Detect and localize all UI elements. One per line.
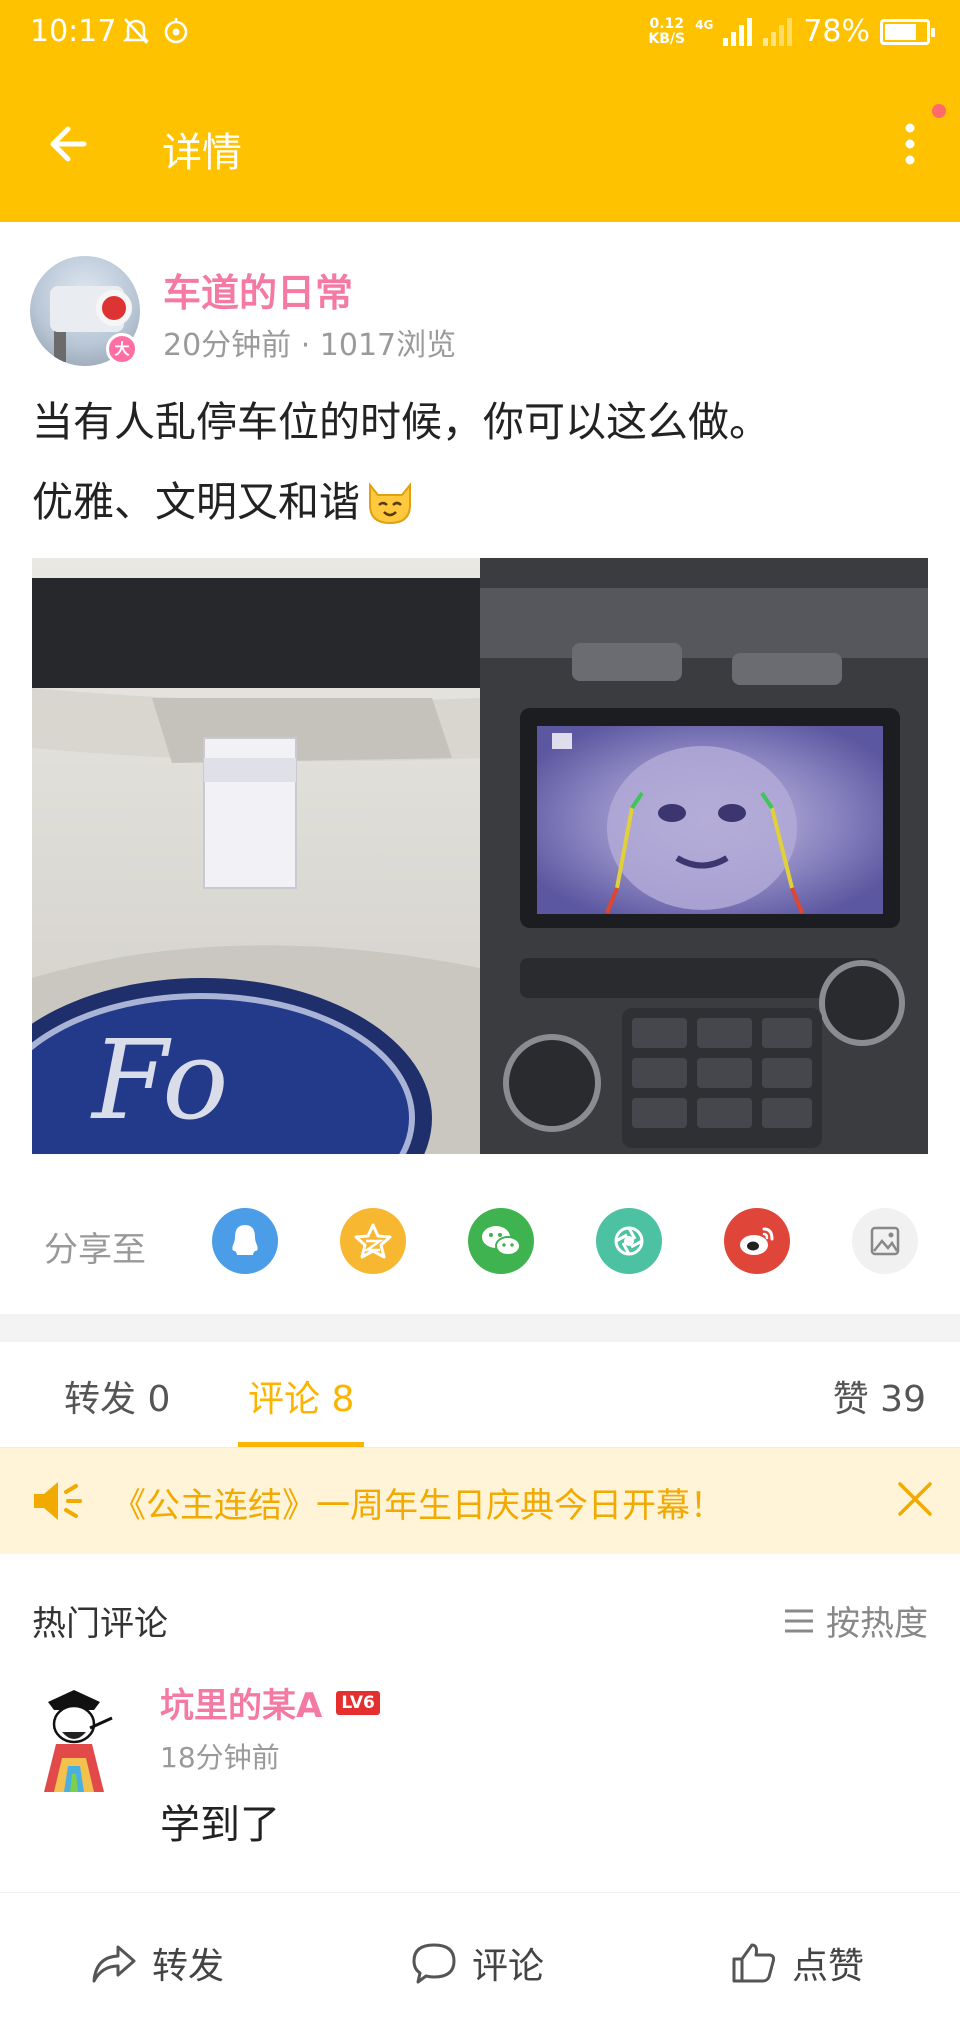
level-badge: LV6 [336,1690,380,1715]
verified-badge: 大 [106,333,138,365]
comment-bubble-icon [412,1943,456,1984]
announcement-banner[interactable]: 《公主连结》一周年生日庆典今日开幕！ [0,1448,960,1554]
post-photo-illustration: Fo [32,558,928,1154]
post-text-line-2: 优雅、文明又和谐 [32,472,416,532]
back-arrow-icon[interactable] [44,114,104,174]
hot-comments-title: 热门评论 [32,1604,168,1644]
comment-text: 学到了 [160,1802,280,1848]
section-divider [0,1314,960,1342]
share-label: 分享至 [44,1230,146,1270]
save-image-icon[interactable] [852,1208,918,1274]
app-bar: 详情 [0,74,960,222]
comment-actions-row [160,1880,920,1890]
share-moments-icon[interactable] [596,1208,662,1274]
status-bar: 10:17 0.12 KB/S 4G 78% [0,0,960,74]
share-weibo-icon[interactable] [724,1208,790,1274]
notification-dot [932,104,946,118]
comment-time: 18分钟前 [160,1741,280,1774]
commenter-name[interactable]: 坑里的某A LV6 [160,1678,380,1727]
like-button[interactable]: 点赞 [730,1937,864,1989]
bottom-action-bar: 转发 评论 点赞 [0,1892,960,2027]
share-qzone-icon[interactable] [340,1208,406,1274]
signal-2-icon [763,17,793,46]
tab-repost[interactable]: 转发 0 [64,1370,170,1422]
post-meta: 20分钟前 · 1017浏览 [163,328,457,363]
share-arrow-icon [92,1945,136,1983]
tab-comments[interactable]: 评论 8 [248,1370,354,1422]
list-icon [785,1609,813,1632]
status-time: 10:17 [30,14,117,49]
sort-by-hot-button[interactable]: 按热度 [782,1596,928,1645]
speaker-icon [34,1482,82,1520]
close-icon[interactable] [894,1478,936,1520]
top-bar: 10:17 0.12 KB/S 4G 78% 详情 [0,0,960,222]
svg-text:Fo: Fo [90,1016,229,1144]
battery-icon [880,18,935,45]
mute-icon [122,18,150,44]
share-qq-icon[interactable] [212,1208,278,1274]
repost-button[interactable]: 转发 [90,1937,224,1989]
post-text-line-1: 当有人乱停车位的时候，你可以这么做。 [32,398,770,446]
announcement-text: 《公主连结》一周年生日庆典今日开幕！ [112,1486,724,1526]
battery-percent: 78% [803,14,870,49]
app-notification-icon [164,18,188,44]
thumbs-up-icon [732,1943,776,1983]
post-image[interactable]: Fo [32,558,928,1154]
signal-icon [723,17,753,46]
author-name[interactable]: 车道的日常 [163,262,353,317]
commenter-avatar[interactable] [34,1688,114,1794]
more-options-icon[interactable] [888,114,932,174]
cat-emoji-icon [369,482,411,525]
network-speed: 0.12 KB/S [648,15,686,47]
network-type: 4G [695,17,714,32]
share-wechat-icon[interactable] [468,1208,534,1274]
tab-likes[interactable]: 赞 39 [833,1370,926,1422]
page-title: 详情 [162,130,242,176]
comment-button[interactable]: 评论 [410,1937,544,1989]
